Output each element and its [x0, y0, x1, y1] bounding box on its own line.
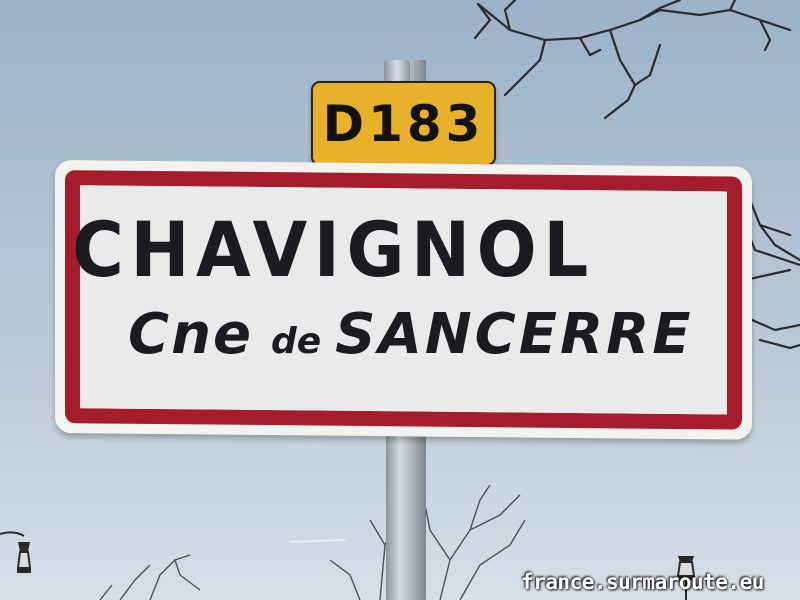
commune-name: SANCERRE [335, 302, 694, 367]
town-name: CHAVIGNOL [72, 205, 595, 294]
commune-prefix: Cne [128, 302, 253, 367]
watermark: france.surmaroute.eu [521, 570, 764, 594]
town-entry-sign [55, 160, 752, 440]
street-lamp-left [0, 531, 32, 573]
road-number: D183 [322, 94, 485, 153]
road-number-plate: D183 [311, 81, 496, 166]
photo-scene: D183 CHAVIGNOL Cne de SANCERRE france.surm… [0, 0, 800, 600]
commune-line: Cne de SANCERRE [128, 302, 694, 367]
commune-connector: de [270, 321, 322, 362]
